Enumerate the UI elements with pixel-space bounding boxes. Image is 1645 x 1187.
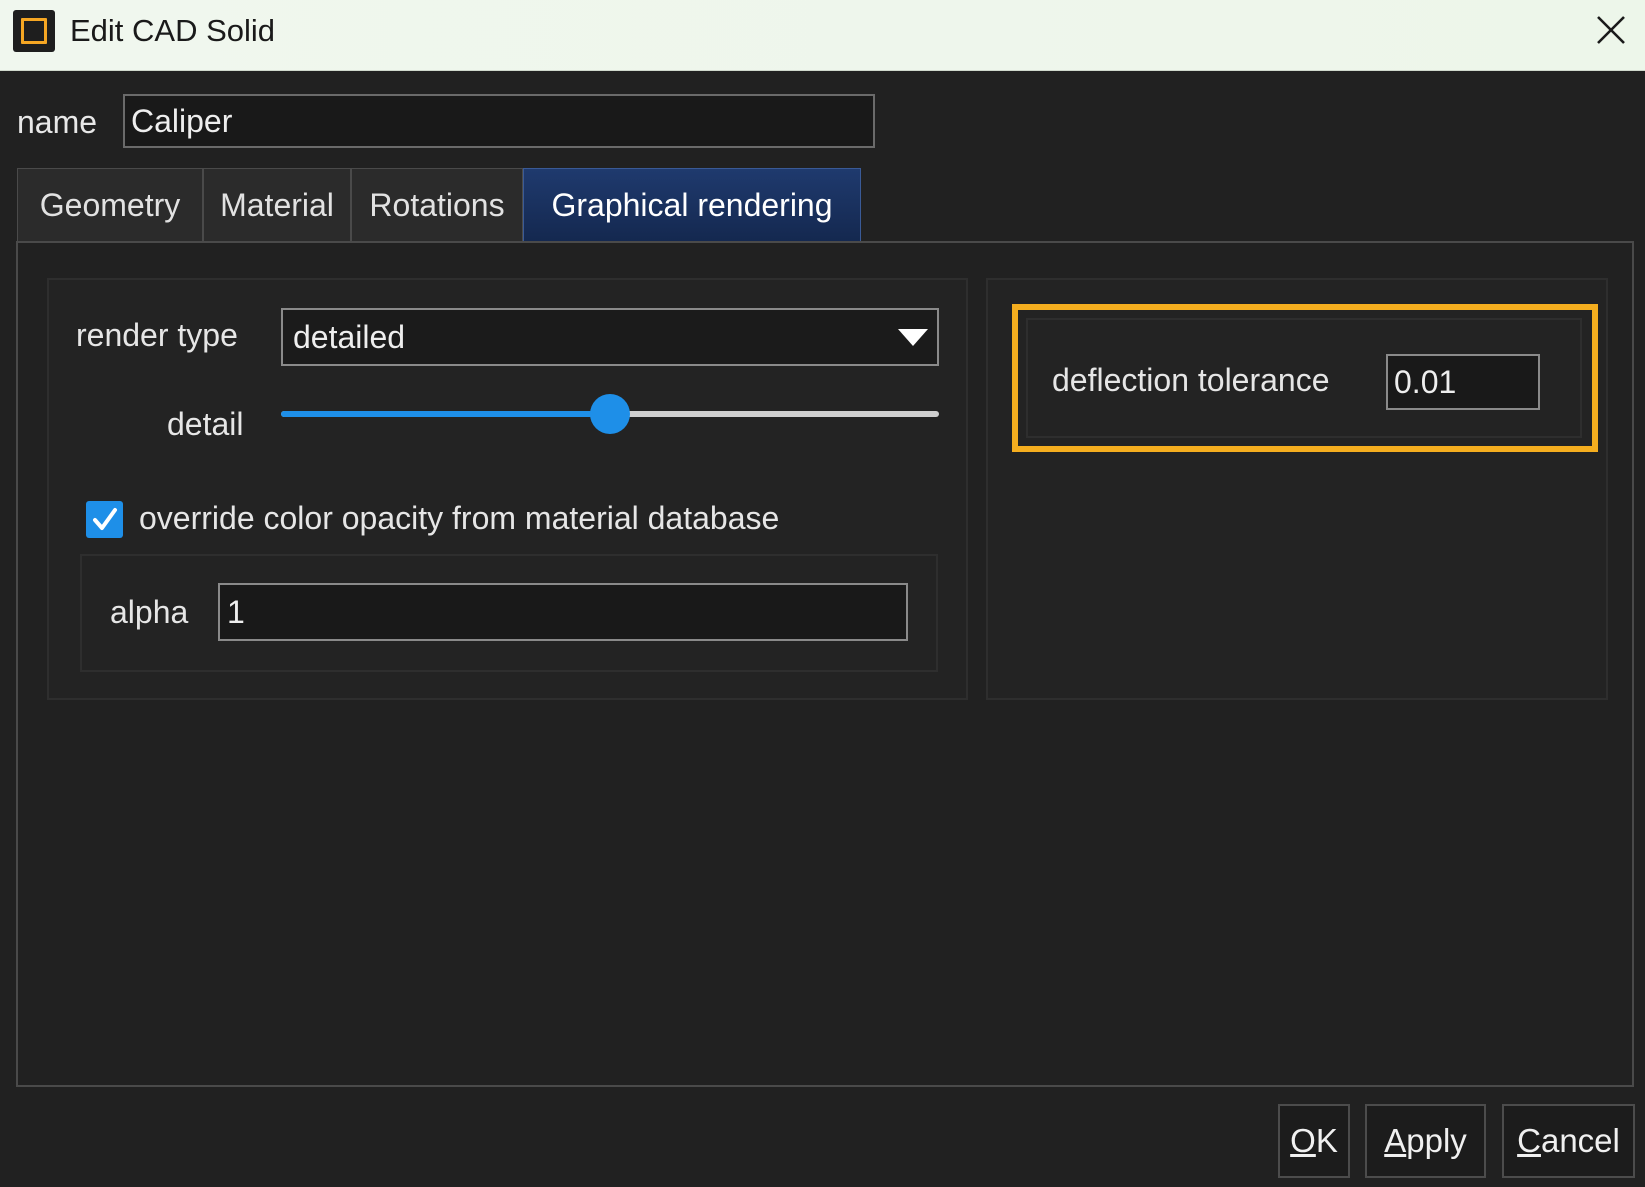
slider-handle[interactable] [590, 394, 630, 434]
alpha-group: alpha [80, 554, 938, 672]
window-title: Edit CAD Solid [70, 13, 276, 48]
tab-graphical-rendering[interactable]: Graphical rendering [523, 168, 861, 242]
ok-button[interactable]: OK [1278, 1104, 1350, 1178]
tolerance-group: deflection tolerance [986, 278, 1608, 700]
detail-label: detail [167, 406, 244, 442]
graphical-rendering-panel: render type detailed detail override col… [16, 241, 1634, 1087]
cancel-mnemonic: C [1517, 1122, 1541, 1159]
render-settings-group: render type detailed detail override col… [47, 278, 968, 700]
tab-material[interactable]: Material [203, 168, 351, 242]
override-opacity-checkbox[interactable] [86, 501, 123, 538]
alpha-input[interactable] [218, 583, 908, 641]
cancel-button[interactable]: Cancel [1502, 1104, 1635, 1178]
chevron-down-icon [898, 329, 928, 346]
ok-label-rest: K [1315, 1122, 1338, 1159]
ok-mnemonic: O [1290, 1122, 1316, 1159]
edit-cad-solid-dialog: Edit CAD Solid name Geometry Material Ro… [0, 0, 1645, 1187]
highlight-frame: deflection tolerance [1012, 304, 1598, 452]
apply-label-rest: pply [1406, 1122, 1467, 1159]
render-type-label: render type [76, 317, 238, 353]
detail-slider[interactable] [281, 390, 939, 438]
deflection-tolerance-group: deflection tolerance [1026, 318, 1582, 438]
tab-geometry[interactable]: Geometry [17, 168, 203, 242]
render-type-select[interactable]: detailed [281, 308, 939, 366]
close-icon [1597, 16, 1625, 44]
name-label: name [17, 104, 98, 140]
tab-rotations[interactable]: Rotations [351, 168, 523, 242]
deflection-tolerance-input[interactable] [1386, 354, 1540, 410]
app-window-icon [13, 10, 55, 52]
slider-fill [281, 411, 610, 417]
cancel-label-rest: ancel [1540, 1122, 1620, 1159]
title-bar[interactable]: Edit CAD Solid [0, 0, 1645, 71]
apply-button[interactable]: Apply [1365, 1104, 1486, 1178]
close-button[interactable] [1589, 8, 1633, 52]
override-opacity-label: override color opacity from material dat… [139, 500, 780, 536]
checkmark-icon [93, 508, 117, 530]
render-type-value: detailed [293, 319, 406, 355]
apply-mnemonic: A [1384, 1122, 1407, 1159]
name-input[interactable] [123, 94, 875, 148]
deflection-tolerance-label: deflection tolerance [1052, 362, 1330, 398]
alpha-label: alpha [110, 594, 189, 630]
